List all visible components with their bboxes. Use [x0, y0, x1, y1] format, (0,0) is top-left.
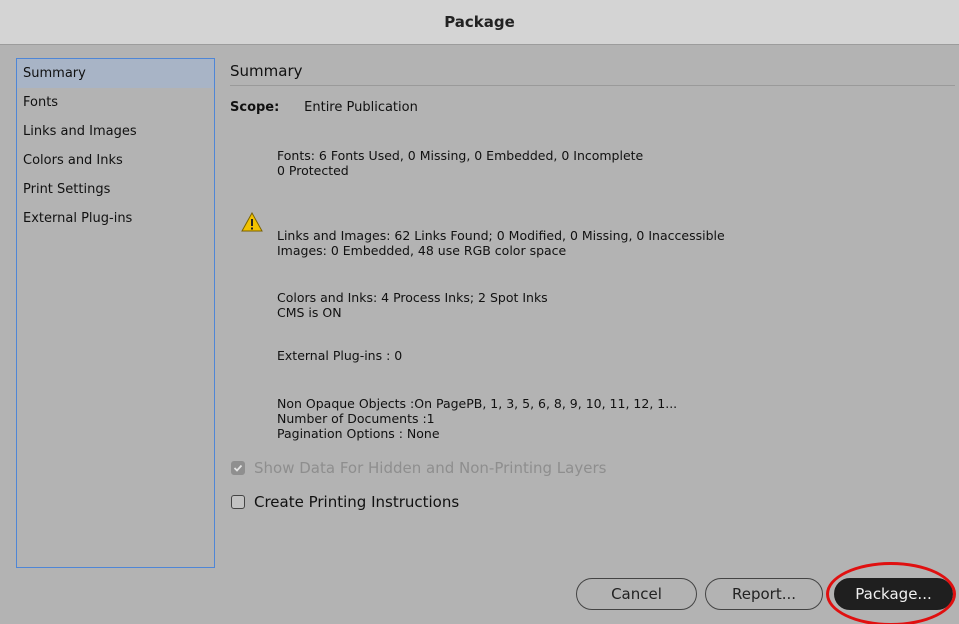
show-hidden-layers-checkbox: [231, 461, 245, 475]
sidebar-item-print-settings[interactable]: Print Settings: [17, 175, 214, 204]
cancel-button[interactable]: Cancel: [576, 578, 697, 610]
package-dialog: Package Summary Fonts Links and Images C…: [0, 0, 959, 624]
window-title: Package: [0, 0, 959, 45]
section-title: Summary: [230, 62, 955, 86]
show-hidden-layers-row: Show Data For Hidden and Non-Printing La…: [231, 459, 606, 477]
sidebar-item-colors-and-inks[interactable]: Colors and Inks: [17, 146, 214, 175]
misc-summary-line: Number of Documents :1: [277, 411, 435, 426]
create-printing-instructions-row[interactable]: Create Printing Instructions: [231, 493, 459, 511]
warning-icon: [241, 212, 263, 232]
sidebar-item-external-plug-ins[interactable]: External Plug-ins: [17, 204, 214, 233]
sidebar-item-links-and-images[interactable]: Links and Images: [17, 117, 214, 146]
fonts-summary-line: 0 Protected: [277, 163, 349, 178]
misc-summary-line: Pagination Options : None: [277, 426, 440, 441]
plugins-summary: External Plug-ins : 0: [277, 348, 402, 363]
fonts-summary-line: Fonts: 6 Fonts Used, 0 Missing, 0 Embedd…: [277, 148, 644, 163]
scope-row: Scope: Entire Publication: [230, 100, 418, 115]
create-printing-instructions-checkbox[interactable]: [231, 495, 245, 509]
sidebar: Summary Fonts Links and Images Colors an…: [16, 58, 215, 568]
plugins-summary-line: External Plug-ins : 0: [277, 348, 403, 363]
sidebar-item-fonts[interactable]: Fonts: [17, 88, 214, 117]
checkmark-icon: [233, 464, 243, 472]
show-hidden-layers-label: Show Data For Hidden and Non-Printing La…: [254, 459, 607, 477]
colors-summary-line: CMS is ON: [277, 305, 342, 320]
scope-value: Entire Publication: [304, 100, 418, 115]
scope-label: Scope:: [230, 100, 280, 115]
sidebar-item-summary[interactable]: Summary: [17, 59, 214, 88]
create-printing-instructions-label[interactable]: Create Printing Instructions: [254, 493, 459, 511]
colors-summary: Colors and Inks: 4 Process Inks; 2 Spot …: [277, 290, 548, 320]
misc-summary: Non Opaque Objects :On PagePB, 1, 3, 5, …: [277, 396, 677, 441]
links-summary-line: Images: 0 Embedded, 48 use RGB color spa…: [277, 243, 567, 258]
report-button[interactable]: Report...: [705, 578, 823, 610]
links-summary-line: Links and Images: 62 Links Found; 0 Modi…: [277, 228, 725, 243]
colors-summary-line: Colors and Inks: 4 Process Inks; 2 Spot …: [277, 290, 548, 305]
fonts-summary: Fonts: 6 Fonts Used, 0 Missing, 0 Embedd…: [277, 148, 643, 178]
misc-summary-line: Non Opaque Objects :On PagePB, 1, 3, 5, …: [277, 396, 678, 411]
package-button[interactable]: Package...: [834, 578, 953, 610]
links-summary: Links and Images: 62 Links Found; 0 Modi…: [277, 228, 725, 258]
